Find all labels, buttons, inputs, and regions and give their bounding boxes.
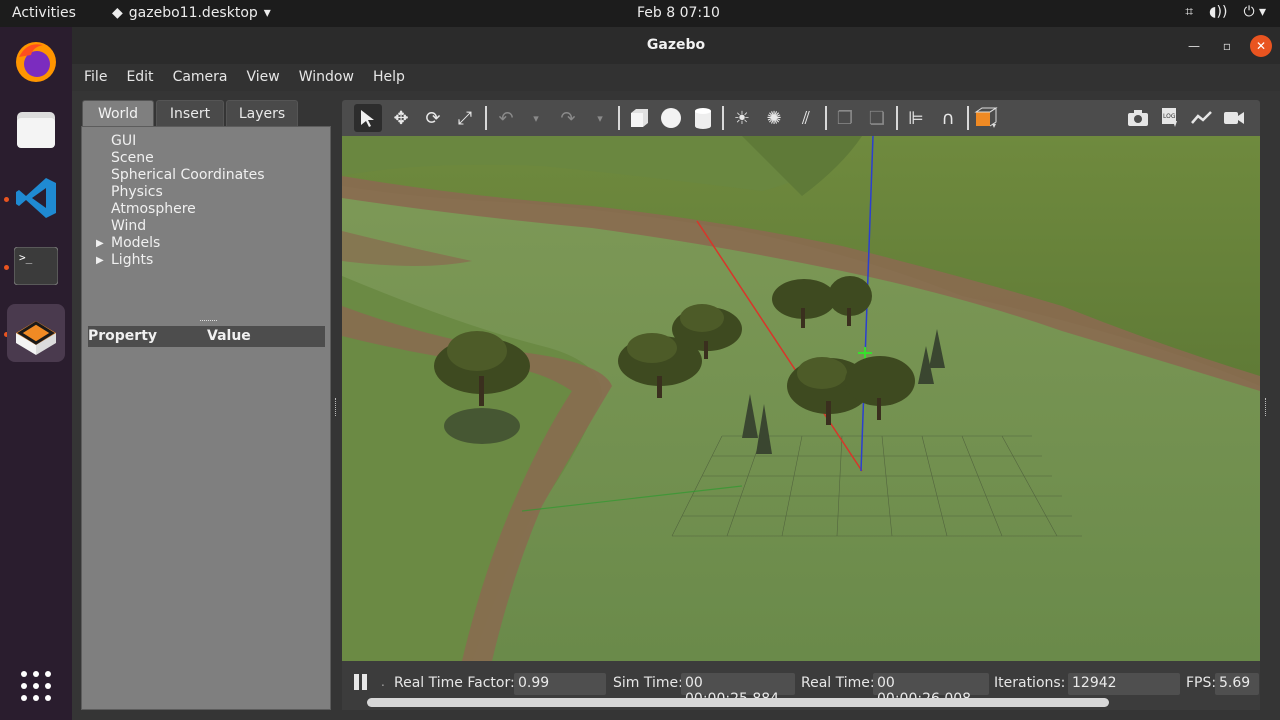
power-icon[interactable]: ⏻ ▾ xyxy=(1243,4,1266,20)
top-bar: Activities ◆ gazebo11.desktop ▾ Feb 8 07… xyxy=(0,0,1280,27)
app-grid-icon[interactable] xyxy=(7,657,65,715)
app-menu-label: gazebo11.desktop xyxy=(128,5,258,21)
menu-edit[interactable]: Edit xyxy=(126,64,164,91)
rotate-icon[interactable]: ⟳ xyxy=(419,104,447,132)
undo-dropdown-icon[interactable]: ▾ xyxy=(522,104,550,132)
translate-icon[interactable]: ✥ xyxy=(387,104,415,132)
iterations-value: 12942 xyxy=(1068,673,1180,695)
app-indicator-icon: ◆ xyxy=(112,5,123,21)
directional-light-icon[interactable]: ⫽ xyxy=(792,104,820,132)
terminal-icon[interactable]: >_ xyxy=(7,237,65,295)
maximize-icon[interactable]: ▫ xyxy=(1216,35,1238,57)
property-header: Property xyxy=(88,328,158,344)
chevron-down-icon: ▾ xyxy=(263,5,271,21)
tab-insert[interactable]: Insert xyxy=(156,100,224,127)
spot-light-icon[interactable]: ✺ xyxy=(760,104,788,132)
system-tray[interactable]: ⌗ ◖)) ⏻ ▾ xyxy=(1185,4,1266,20)
real-time-label: Real Time: xyxy=(801,675,875,691)
firefox-icon[interactable] xyxy=(7,33,65,91)
menu-window[interactable]: Window xyxy=(299,64,365,91)
pause-icon-bar[interactable] xyxy=(362,674,367,690)
undo-icon[interactable]: ↶ xyxy=(492,104,520,132)
tree-item-gui[interactable]: GUI xyxy=(111,133,136,149)
sphere-icon[interactable] xyxy=(657,104,685,132)
rtf-label: Real Time Factor: xyxy=(394,675,515,691)
app-menu[interactable]: ◆ gazebo11.desktop ▾ xyxy=(112,5,271,21)
menu-view[interactable]: View xyxy=(247,64,291,91)
sim-time-label: Sim Time: xyxy=(613,675,683,691)
tree-item-wind[interactable]: Wind xyxy=(111,218,146,234)
expand-arrow-icon[interactable]: ▶ xyxy=(96,238,104,249)
tree-item-atmosphere[interactable]: Atmosphere xyxy=(111,201,196,217)
fps-value: 5.69 xyxy=(1215,673,1259,695)
step-icon[interactable]: . xyxy=(381,675,385,689)
align-icon[interactable]: ⊫ xyxy=(902,104,930,132)
scene-render xyxy=(342,136,1260,661)
point-light-icon[interactable]: ☀ xyxy=(728,104,756,132)
copy-icon[interactable]: ❐ xyxy=(831,104,859,132)
svg-text:▾: ▾ xyxy=(992,121,996,130)
3d-viewport[interactable] xyxy=(342,136,1260,661)
network-icon[interactable]: ⌗ xyxy=(1185,4,1193,20)
window-title: Gazebo xyxy=(646,37,706,53)
toolbar: ✥ ⟳ ⤢ ↶ ▾ ↷ ▾ ☀ ✺ ⫽ ❐ ❏ ⊫ ∩ ▾ LOG xyxy=(342,100,1260,136)
box-icon[interactable] xyxy=(625,104,653,132)
iterations-label: Iterations: xyxy=(994,675,1066,691)
expand-arrow-icon[interactable]: ▶ xyxy=(96,255,104,266)
select-icon[interactable] xyxy=(354,104,382,132)
dock: >_ xyxy=(0,27,72,720)
horizontal-scrollbar[interactable] xyxy=(367,698,1109,707)
window-titlebar[interactable]: Gazebo — ▫ ✕ xyxy=(72,27,1280,64)
tree-item-physics[interactable]: Physics xyxy=(111,184,163,200)
tree-item-models[interactable]: Models xyxy=(111,235,160,251)
left-splitter-handle[interactable] xyxy=(335,398,338,416)
vscode-icon[interactable] xyxy=(7,169,65,227)
tab-world[interactable]: World xyxy=(82,100,154,127)
rtf-value: 0.99 xyxy=(514,673,606,695)
snap-icon[interactable]: ∩ xyxy=(934,104,962,132)
menu-file[interactable]: File xyxy=(84,64,118,91)
svg-text:LOG: LOG xyxy=(1163,113,1176,120)
files-icon[interactable] xyxy=(7,101,65,159)
clock[interactable]: Feb 8 07:10 xyxy=(637,5,720,21)
scale-icon[interactable]: ⤢ xyxy=(451,104,479,132)
redo-dropdown-icon[interactable]: ▾ xyxy=(586,104,614,132)
paste-icon[interactable]: ❏ xyxy=(863,104,891,132)
property-table-header: Property Value xyxy=(88,326,325,347)
svg-text:>_: >_ xyxy=(19,251,33,264)
panel-splitter-handle[interactable] xyxy=(200,320,217,322)
right-splitter-handle[interactable] xyxy=(1265,398,1268,416)
menu-camera[interactable]: Camera xyxy=(173,64,239,91)
cylinder-icon[interactable] xyxy=(689,104,717,132)
log-icon[interactable]: LOG xyxy=(1156,104,1184,132)
value-header: Value xyxy=(207,328,251,344)
close-icon[interactable]: ✕ xyxy=(1250,35,1272,57)
fps-label: FPS: xyxy=(1186,675,1217,691)
minimize-icon[interactable]: — xyxy=(1183,35,1205,57)
pause-icon[interactable] xyxy=(354,674,359,690)
menu-help[interactable]: Help xyxy=(373,64,416,91)
activities-button[interactable]: Activities xyxy=(12,5,76,21)
view-angle-icon[interactable]: ▾ xyxy=(973,104,1001,132)
sim-time-value: 00 00:00:25.884 xyxy=(681,673,795,707)
redo-icon[interactable]: ↷ xyxy=(554,104,582,132)
screenshot-icon[interactable] xyxy=(1124,104,1152,132)
tree-item-spherical-coordinates[interactable]: Spherical Coordinates xyxy=(111,167,265,183)
tab-layers[interactable]: Layers xyxy=(226,100,298,127)
real-time-value: 00 00:00:26.008 xyxy=(873,673,989,707)
volume-icon[interactable]: ◖)) xyxy=(1209,4,1227,20)
record-icon[interactable] xyxy=(1220,104,1248,132)
plot-icon[interactable] xyxy=(1188,104,1216,132)
tree-item-lights[interactable]: Lights xyxy=(111,252,153,268)
tree-item-scene[interactable]: Scene xyxy=(111,150,154,166)
menu-bar: File Edit Camera View Window Help xyxy=(72,64,1280,91)
gazebo-icon[interactable] xyxy=(7,304,65,362)
